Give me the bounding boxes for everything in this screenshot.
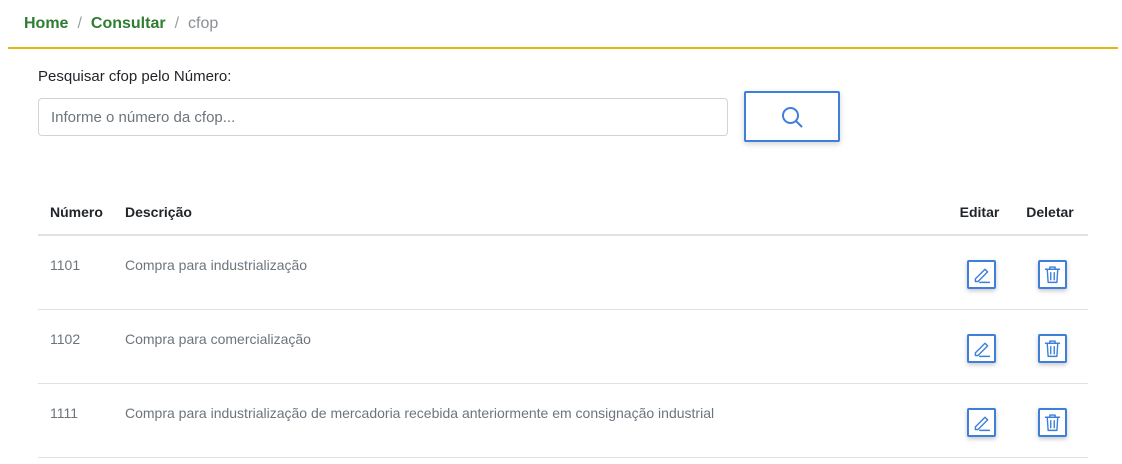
row-numero: 1101 [38, 235, 125, 310]
cfop-table: Número Descrição Editar Deletar 1101 Com… [38, 190, 1088, 458]
breadcrumb-home-link[interactable]: Home [24, 15, 68, 33]
breadcrumb-current: cfop [188, 15, 219, 32]
breadcrumb-separator: / [174, 15, 180, 32]
breadcrumb-consultar-link[interactable]: Consultar [91, 15, 166, 33]
row-descricao: Compra para industrialização de mercador… [125, 383, 947, 458]
edit-pencil-icon [974, 268, 991, 284]
delete-button[interactable] [1037, 333, 1067, 363]
row-numero: 1102 [38, 309, 125, 384]
header-deletar: Deletar [1012, 190, 1088, 236]
breadcrumb: Home / Consultar / cfop [24, 13, 218, 35]
page: Home / Consultar / cfop Pesquisar cfop p… [0, 0, 1122, 464]
edit-button[interactable] [967, 407, 996, 437]
edit-button[interactable] [967, 260, 996, 289]
row-numero: 1111 [38, 383, 125, 458]
header-numero: Número [38, 190, 125, 236]
header-editar: Editar [947, 190, 1012, 236]
search-button[interactable] [744, 91, 840, 142]
trash-icon [1044, 339, 1060, 357]
table-row: 1102 Compra para comercialização [38, 309, 1088, 384]
table-row: 1111 Compra para industrialização de mer… [38, 383, 1088, 458]
search-label: Pesquisar cfop pelo Número: [38, 68, 232, 85]
delete-button[interactable] [1037, 260, 1067, 289]
trash-icon [1044, 266, 1060, 284]
row-descricao: Compra para industrialização [125, 235, 947, 310]
search-icon [782, 106, 803, 127]
header-descricao: Descrição [125, 190, 947, 236]
table-header-row: Número Descrição Editar Deletar [38, 190, 1088, 236]
table-row: 1101 Compra para industrialização [38, 235, 1088, 310]
edit-pencil-icon [974, 342, 991, 357]
search-input[interactable] [38, 98, 728, 136]
header-divider [8, 47, 1118, 49]
delete-button[interactable] [1037, 407, 1067, 437]
row-descricao: Compra para comercialização [125, 309, 947, 384]
edit-button[interactable] [967, 333, 996, 363]
breadcrumb-separator: / [77, 15, 82, 32]
trash-icon [1044, 413, 1060, 431]
edit-pencil-icon [974, 416, 991, 431]
